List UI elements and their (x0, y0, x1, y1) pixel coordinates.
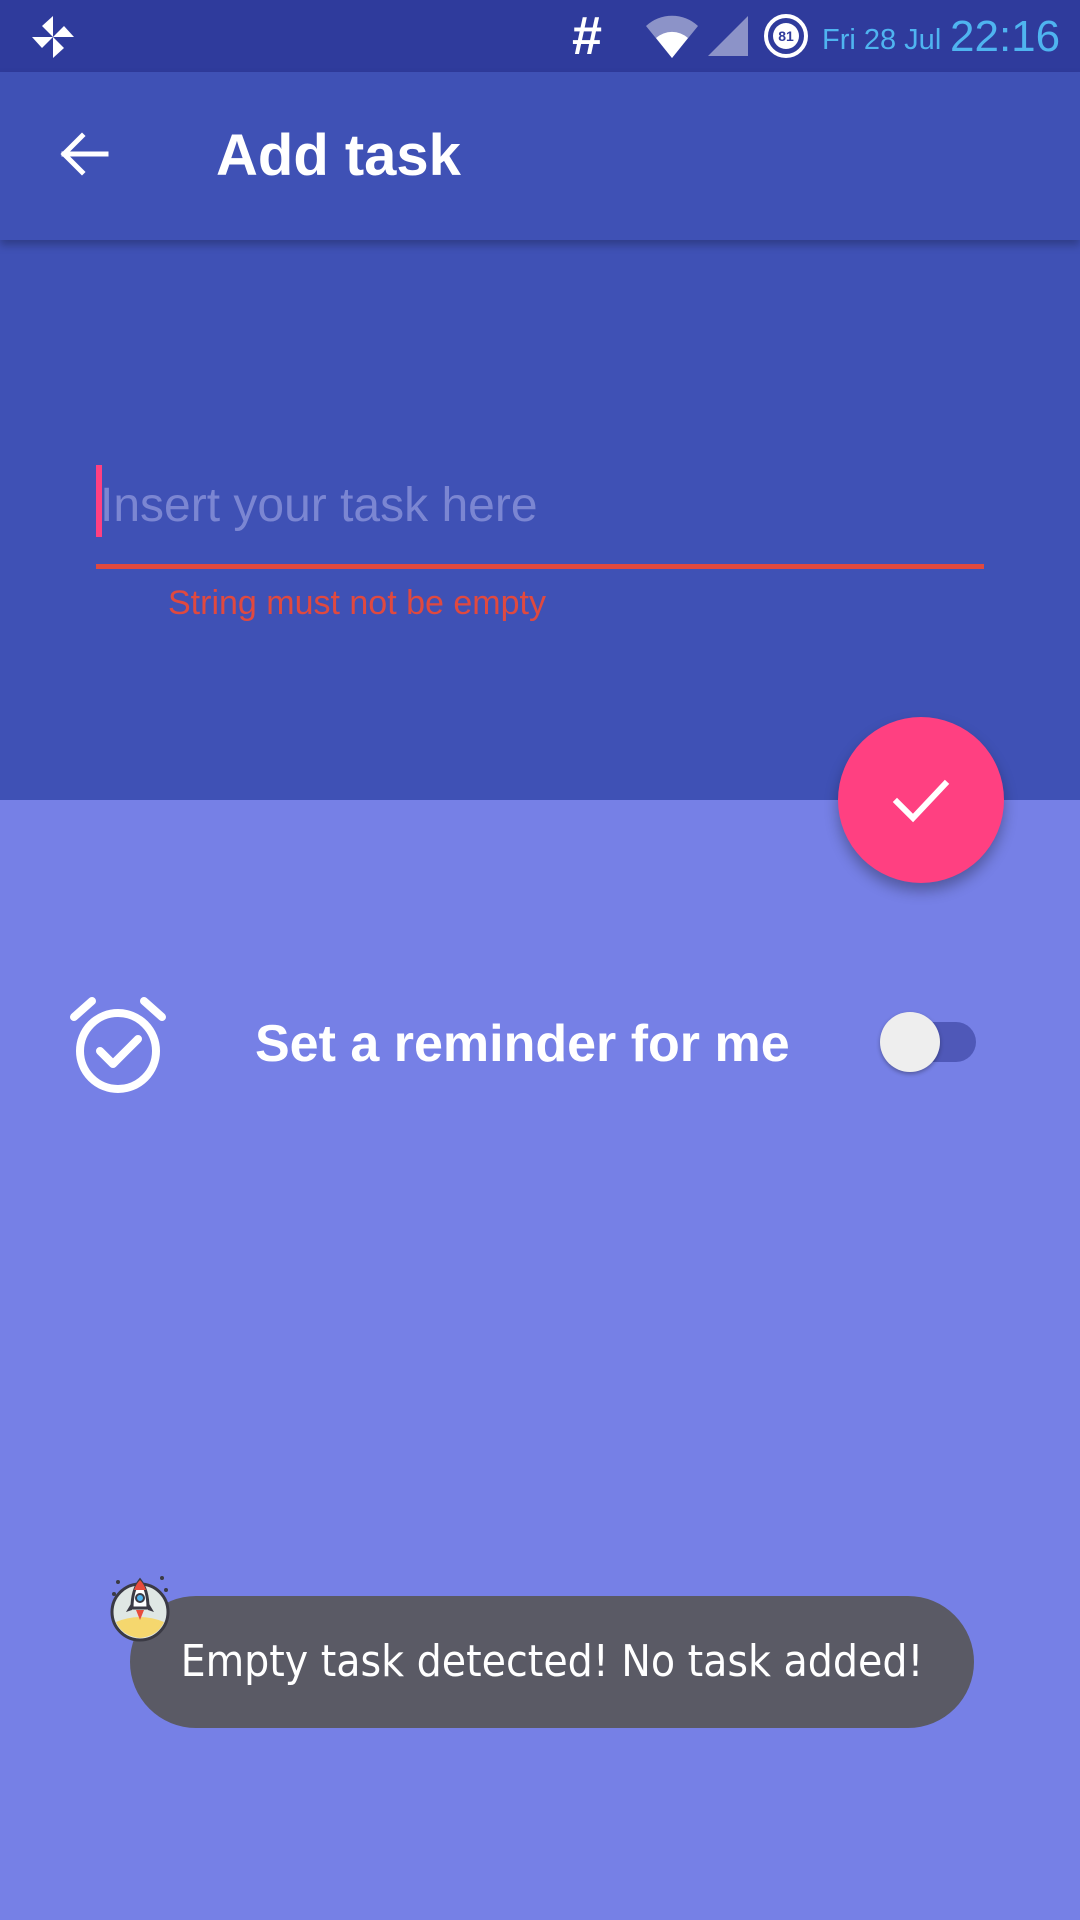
battery-icon: 81 (764, 14, 808, 58)
alarm-check-icon (70, 997, 166, 1093)
wifi-icon (646, 15, 698, 59)
app-bar: Add task (0, 72, 1080, 240)
hash-icon: # (572, 6, 603, 66)
task-form-panel: String must not be empty (0, 240, 1080, 800)
reminder-label: Set a reminder for me (255, 1015, 790, 1073)
pinwheel-icon (32, 16, 74, 58)
status-time: 22:16 (950, 12, 1061, 61)
toggle-thumb (880, 1012, 940, 1072)
signal-icon (708, 16, 748, 56)
confirm-fab-button[interactable] (838, 717, 1004, 883)
task-input-underline (96, 564, 984, 569)
task-input[interactable] (96, 465, 980, 545)
status-bar: # 81 Fri 28 Jul 22:16 (0, 0, 1080, 72)
reminder-toggle[interactable] (880, 1012, 980, 1072)
page-title: Add task (216, 123, 461, 188)
error-message: String must not be empty (168, 584, 546, 622)
status-date: Fri 28 Jul (822, 24, 942, 56)
check-icon (892, 779, 950, 823)
rocket-icon (110, 1576, 170, 1642)
battery-level: 81 (778, 28, 794, 44)
text-cursor (96, 465, 102, 537)
toast-message: Empty task detected! No task added! (130, 1596, 974, 1728)
arrow-left-icon[interactable] (56, 126, 112, 182)
task-input-container (96, 465, 984, 561)
